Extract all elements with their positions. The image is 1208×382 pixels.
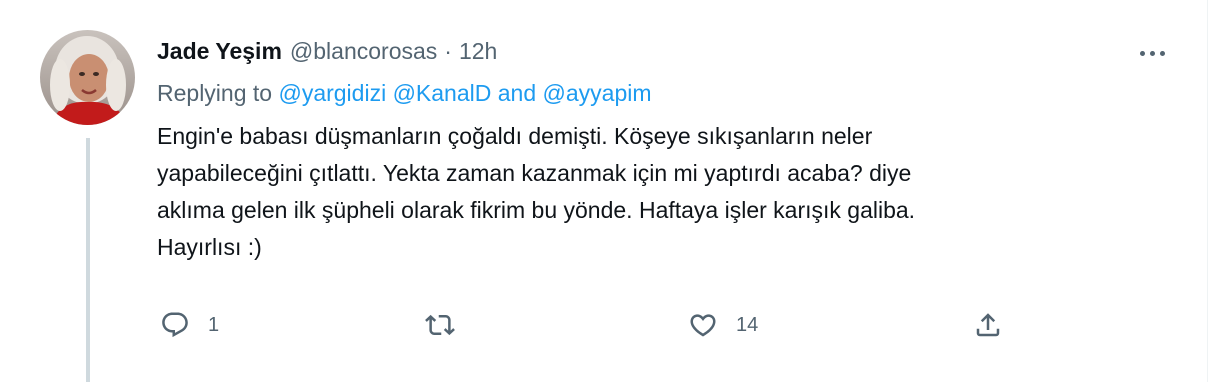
- tweet-actions: 1 14: [0, 305, 1208, 345]
- heart-icon: [690, 314, 716, 337]
- share-icon: [976, 313, 1000, 337]
- reply-icon: [162, 312, 188, 338]
- tweet[interactable]: Jade Yeşim @blancorosas · 12h Replying t…: [0, 0, 1208, 382]
- reply-button[interactable]: 1: [160, 305, 219, 345]
- tweet-text-line: Engin'e babası düşmanların çoğaldı demiş…: [157, 123, 873, 149]
- more-icon: [1139, 50, 1145, 56]
- tweet-header: Jade Yeşim @blancorosas · 12h: [157, 34, 497, 68]
- retweet-button[interactable]: [425, 305, 455, 345]
- replying-label: Replying to: [157, 80, 273, 106]
- replying-to: Replying to @yargidizi @KanalD and @ayya…: [157, 80, 652, 107]
- reply-count: 1: [208, 313, 220, 336]
- like-button[interactable]: 14: [688, 305, 758, 345]
- mention-link[interactable]: @ayyapim: [543, 80, 652, 106]
- retweet-icon: [425, 314, 455, 336]
- thread-line: [86, 138, 90, 382]
- more-options-button[interactable]: [1132, 40, 1172, 66]
- user-handle[interactable]: @blancorosas: [290, 38, 437, 65]
- timestamp[interactable]: 12h: [459, 38, 497, 65]
- share-button[interactable]: [973, 305, 1003, 345]
- mention-link[interactable]: @yargidizi: [278, 80, 386, 106]
- tweet-text-line: yapabileceğini çıtlattı. Yekta zaman kaz…: [157, 160, 912, 186]
- tweet-text-line: aklıma gelen ilk şüpheli olarak fikrim b…: [157, 197, 916, 223]
- mention-link[interactable]: @KanalD: [393, 80, 492, 106]
- separator-dot: ·: [444, 37, 452, 64]
- avatar[interactable]: [40, 30, 135, 125]
- tweet-text-line: Hayırlısı :): [157, 234, 262, 260]
- tweet-text: Engin'e babası düşmanların çoğaldı demiş…: [157, 118, 1157, 266]
- display-name[interactable]: Jade Yeşim: [157, 38, 282, 65]
- like-count: 14: [736, 313, 759, 336]
- mention-joiner[interactable]: and: [498, 80, 536, 106]
